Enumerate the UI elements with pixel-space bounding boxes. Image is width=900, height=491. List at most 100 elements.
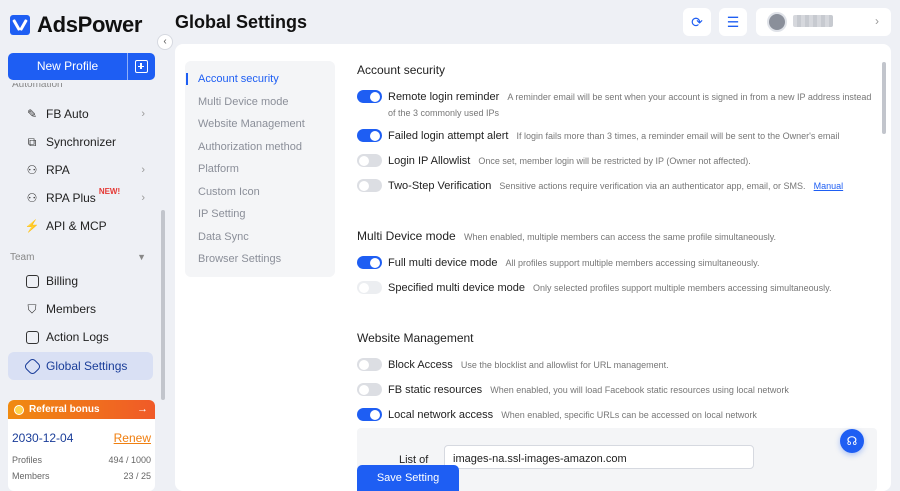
chevron-right-icon: › (141, 192, 145, 204)
setting-description: When enabled, you will load Facebook sta… (490, 385, 789, 395)
subnav-ip-setting[interactable]: IP Setting (198, 208, 246, 220)
save-setting-button[interactable]: Save Setting (357, 465, 459, 491)
setting-text: Block Access Use the blocklist and allow… (388, 357, 669, 373)
sidebar-item-label: Global Settings (46, 359, 128, 373)
manual-link[interactable]: Manual (814, 181, 844, 191)
url-list-input[interactable]: images-na.ssl-images-amazon.com (444, 445, 754, 469)
task-list-button[interactable]: ☰ (719, 8, 747, 36)
two-step-verification-toggle[interactable] (357, 179, 382, 192)
sidebar-item-rpa[interactable]: ⚇ RPA › (8, 156, 153, 184)
setting-row-full-multi-device: Full multi device mode All profiles supp… (357, 255, 877, 271)
app-logo[interactable]: AdsPower (10, 12, 142, 38)
app-name: AdsPower (37, 12, 143, 37)
fb-auto-icon: ✎ (26, 107, 38, 121)
rpa-plus-icon: ⚇ (26, 191, 38, 205)
setting-row-two-step-verification: Two-Step Verification Sensitive actions … (357, 178, 877, 194)
sidebar-item-label: RPA Plus (46, 191, 96, 205)
setting-label: Full multi device mode (388, 257, 498, 269)
sidebar-item-fb-auto[interactable]: ✎ FB Auto › (8, 100, 153, 128)
specified-multi-device-toggle[interactable] (357, 281, 382, 294)
subnav-data-sync[interactable]: Data Sync (198, 231, 249, 243)
settings-content: Account security Remote login reminder A… (357, 44, 877, 491)
sidebar-item-global-settings[interactable]: Global Settings (8, 352, 153, 380)
action-logs-icon (24, 329, 40, 345)
chevron-right-icon: › (141, 164, 145, 176)
global-settings-icon (22, 356, 42, 376)
renew-link[interactable]: Renew (114, 431, 151, 445)
support-chat-button[interactable]: ☊ (840, 429, 864, 453)
sidebar-item-rpa-plus[interactable]: ⚇ RPA Plus NEW! › (8, 184, 153, 212)
sidebar-item-members[interactable]: ⛉ Members (8, 295, 153, 323)
subnav-multi-device-mode[interactable]: Multi Device mode (198, 96, 288, 108)
members-icon: ⛉ (27, 301, 37, 316)
sidebar-item-action-logs[interactable]: Action Logs (8, 323, 153, 351)
profiles-label: Profiles (12, 455, 43, 465)
synchronizer-icon: ⧉ (27, 134, 37, 149)
referral-bonus-banner[interactable]: Referral bonus → (8, 400, 155, 419)
section-description: When enabled, multiple members can acces… (464, 232, 777, 242)
chevron-down-icon: ▼ (137, 252, 146, 262)
api-icon: ⚡ (24, 219, 40, 233)
profiles-usage: Profiles 494 / 1000 (12, 455, 151, 465)
local-network-access-toggle[interactable] (357, 408, 382, 421)
sidebar-scrollbar[interactable] (161, 210, 165, 400)
new-badge: NEW! (98, 186, 121, 196)
subnav-account-security[interactable]: Account security (186, 73, 279, 85)
members-usage: Members 23 / 25 (12, 471, 151, 481)
login-ip-allowlist-toggle[interactable] (357, 154, 382, 167)
setting-description: Once set, member login will be restricte… (478, 156, 751, 166)
sidebar-item-label: Action Logs (46, 330, 109, 344)
collapse-sidebar-button[interactable]: ‹ (157, 34, 173, 50)
sidebar-item-label: FB Auto (46, 107, 89, 121)
adspower-logo-icon (10, 15, 30, 35)
remote-login-reminder-toggle[interactable] (357, 90, 382, 103)
subnav-platform[interactable]: Platform (198, 163, 239, 175)
setting-label: Two-Step Verification (388, 180, 492, 192)
sidebar-item-label: API & MCP (46, 219, 107, 233)
setting-description: When enabled, specific URLs can be acces… (501, 410, 757, 420)
new-profile-dropdown-button[interactable] (127, 53, 155, 80)
setting-label: Specified multi device mode (388, 282, 525, 294)
billing-icon (24, 273, 40, 289)
failed-login-alert-toggle[interactable] (357, 129, 382, 142)
chevron-right-icon: › (141, 108, 145, 120)
full-multi-device-toggle[interactable] (357, 256, 382, 269)
setting-description: Sensitive actions require verification v… (499, 181, 806, 191)
setting-text: FB static resources When enabled, you wi… (388, 382, 789, 398)
team-label-text: Team (10, 252, 35, 263)
content-scrollbar[interactable] (882, 62, 886, 134)
setting-description: If login fails more than 3 times, a remi… (516, 131, 840, 141)
setting-row-failed-login-alert: Failed login attempt alert If login fail… (357, 128, 877, 144)
subnav-custom-icon[interactable]: Custom Icon (198, 186, 260, 198)
setting-description: Only selected profiles support multiple … (533, 283, 832, 293)
rpa-icon: ⚇ (26, 163, 38, 177)
sidebar-item-synchronizer[interactable]: ⧉ Synchronizer (8, 128, 153, 156)
chevron-left-icon: ‹ (163, 36, 167, 47)
setting-description: All profiles support multiple members ac… (505, 258, 760, 268)
sidebar-item-billing[interactable]: Billing (8, 267, 153, 295)
refresh-icon: ⟳ (691, 13, 703, 30)
setting-row-remote-login-reminder: Remote login reminder A reminder email w… (357, 89, 877, 121)
subnav-authorization-method[interactable]: Authorization method (198, 141, 302, 153)
fb-static-resources-toggle[interactable] (357, 383, 382, 396)
setting-label: Remote login reminder (388, 91, 500, 103)
section-title-text: Multi Device mode (357, 229, 456, 243)
user-menu[interactable]: › (756, 8, 891, 36)
section-label-automation: Automation (12, 83, 63, 90)
sync-button[interactable]: ⟳ (683, 8, 711, 36)
sidebar: AdsPower New Profile Automation ✎ FB Aut… (0, 0, 165, 491)
sidebar-item-label: Members (46, 302, 97, 316)
new-profile-button[interactable]: New Profile (8, 53, 155, 80)
sidebar-item-api-mcp[interactable]: ⚡ API & MCP (8, 212, 153, 240)
section-title-text: Website Management (357, 331, 474, 345)
referral-title: Referral bonus (29, 404, 100, 415)
section-label-team[interactable]: Team ▼ (10, 252, 150, 263)
sidebar-item-label: Billing (46, 274, 79, 288)
block-access-toggle[interactable] (357, 358, 382, 371)
setting-text: Local network access When enabled, speci… (388, 407, 757, 423)
subnav-website-management[interactable]: Website Management (198, 118, 305, 130)
referral-card: Referral bonus → 2030-12-04 Renew Profil… (8, 400, 155, 491)
setting-text: Failed login attempt alert If login fail… (388, 128, 839, 144)
subnav-browser-settings[interactable]: Browser Settings (198, 253, 281, 265)
setting-text: Full multi device mode All profiles supp… (388, 255, 759, 271)
